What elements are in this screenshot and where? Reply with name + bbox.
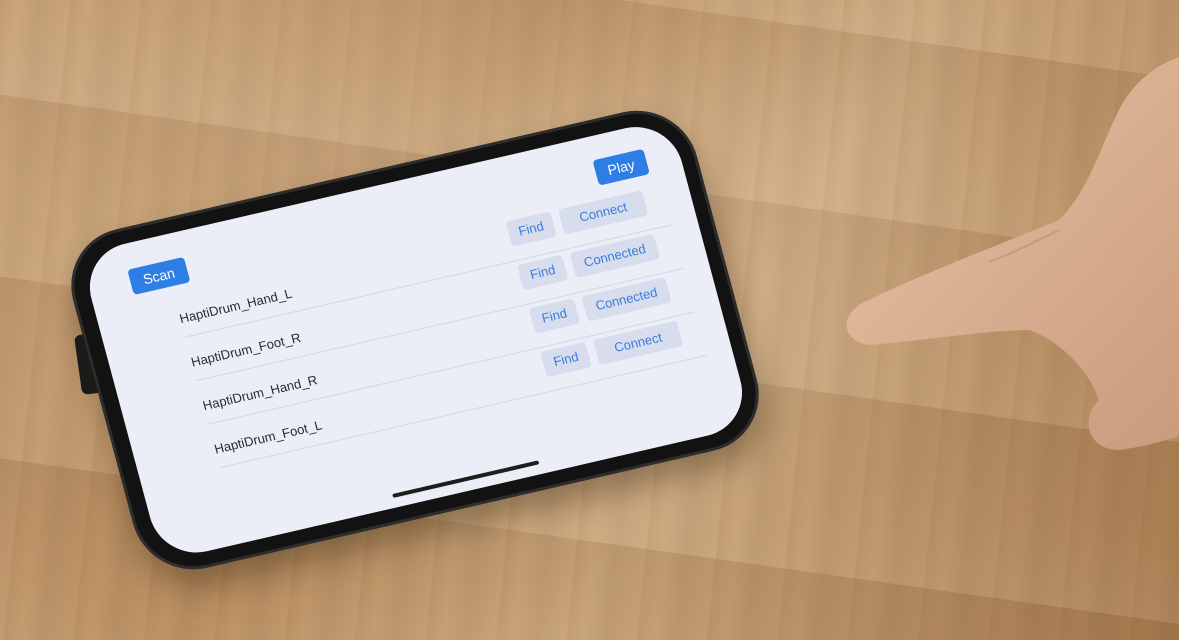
play-button[interactable]: Play — [592, 148, 650, 186]
hand-shape — [846, 56, 1179, 450]
phone-screen: Scan Play HaptiDrum_Hand_L Find Connect … — [79, 117, 753, 562]
find-button[interactable]: Find — [540, 341, 592, 378]
find-button[interactable]: Find — [517, 254, 569, 291]
connect-button[interactable]: Connect — [557, 190, 649, 235]
device-list: HaptiDrum_Hand_L Find Connect HaptiDrum_… — [173, 181, 707, 469]
find-button[interactable]: Find — [505, 211, 557, 247]
pointing-hand — [846, 56, 1179, 450]
find-button[interactable]: Find — [528, 298, 581, 334]
device-name: HaptiDrum_Foot_L — [212, 417, 324, 457]
scan-button[interactable]: Scan — [127, 256, 191, 296]
phone-device: Scan Play HaptiDrum_Hand_L Find Connect … — [57, 98, 773, 582]
home-indicator[interactable] — [392, 460, 540, 498]
